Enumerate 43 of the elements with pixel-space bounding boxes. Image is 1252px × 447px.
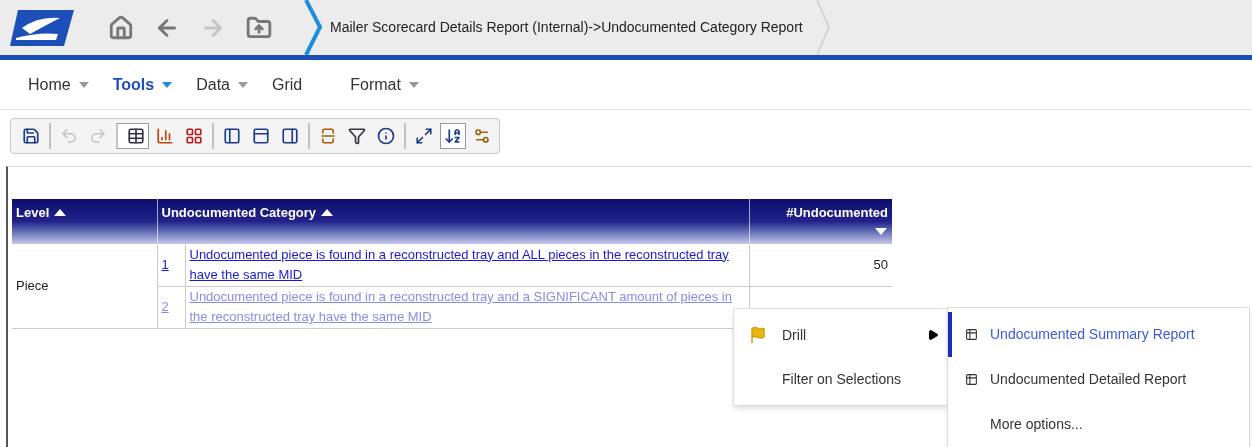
panel-right-icon (281, 127, 299, 145)
dropdown-caret-icon (162, 81, 173, 88)
info-icon (377, 127, 395, 145)
folder-up-icon[interactable] (246, 14, 272, 41)
dropdown-caret-icon (78, 81, 89, 88)
sort-descending-icon[interactable] (874, 226, 888, 236)
grid-button[interactable] (116, 123, 149, 149)
menu-tab[interactable]: Tools (112, 72, 173, 97)
menu-item[interactable]: More options... (948, 402, 1249, 447)
dropdown-caret-icon (408, 81, 419, 88)
grid-icon (126, 127, 145, 145)
column-header[interactable]: #Undocumented (749, 199, 892, 244)
menu-tab[interactable]: Format (350, 72, 419, 97)
menu-item[interactable]: Undocumented Summary Report (948, 312, 1249, 357)
bar-chart-icon (156, 127, 174, 145)
column-header[interactable]: Undocumented Category (157, 199, 749, 244)
sort-ascending-icon[interactable] (53, 208, 68, 218)
menu-item[interactable]: Undocumented Detailed Report (948, 357, 1249, 402)
breadcrumb-chevron-icon (814, 0, 833, 55)
flag-icon (749, 326, 767, 344)
column-header[interactable]: Level (12, 199, 157, 244)
breadcrumb[interactable]: Mailer Scorecard Details Report (Internal)->Undocumented Category Report (330, 17, 803, 38)
menu-tab[interactable]: Data (196, 72, 248, 97)
table-cell: 50 (873, 257, 888, 272)
menu-item[interactable]: Filter on Selections (734, 357, 947, 401)
panel-left-icon (223, 127, 241, 145)
filter-icon (348, 127, 366, 145)
submenu-arrow-icon (927, 329, 939, 341)
sort-ascending-icon[interactable] (320, 208, 335, 218)
sort-button[interactable] (440, 123, 466, 149)
menu-item[interactable]: Drill (734, 313, 947, 357)
menu-tab[interactable]: Grid (271, 72, 303, 97)
menu-tab[interactable]: Home (28, 72, 89, 97)
resize-icon (415, 127, 433, 145)
category-link[interactable]: Undocumented piece is found in a reconstructed tray and ALL pieces in the reconstructed tray have the same MID (189, 244, 735, 285)
undo-icon (60, 127, 78, 145)
table-cell: Piece (12, 244, 157, 328)
save-icon (22, 127, 40, 145)
redo-icon (89, 127, 107, 145)
dropdown-caret-icon (237, 81, 248, 88)
sort-icon (444, 127, 462, 145)
home-icon[interactable] (108, 14, 134, 41)
row-number-link[interactable]: 1 (161, 257, 169, 272)
